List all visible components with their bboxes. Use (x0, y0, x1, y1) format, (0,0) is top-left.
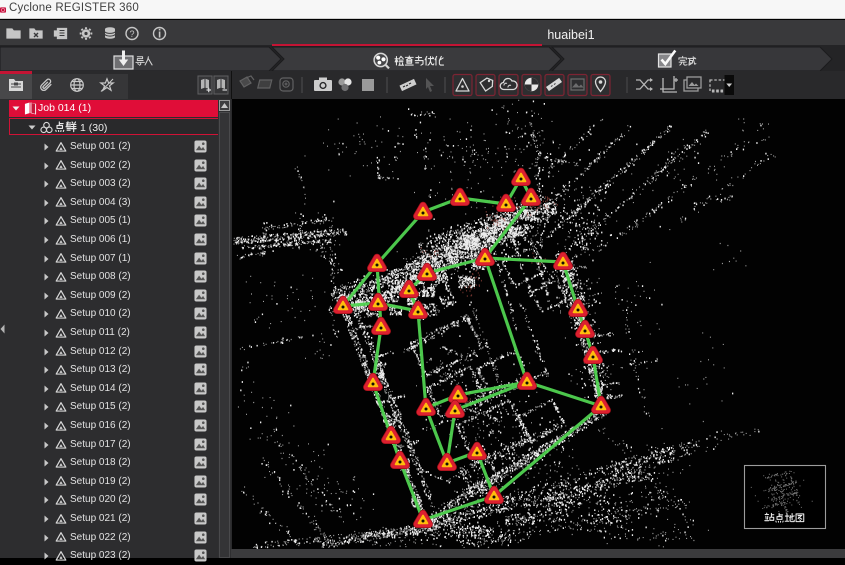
svg-text:?: ? (129, 29, 134, 39)
